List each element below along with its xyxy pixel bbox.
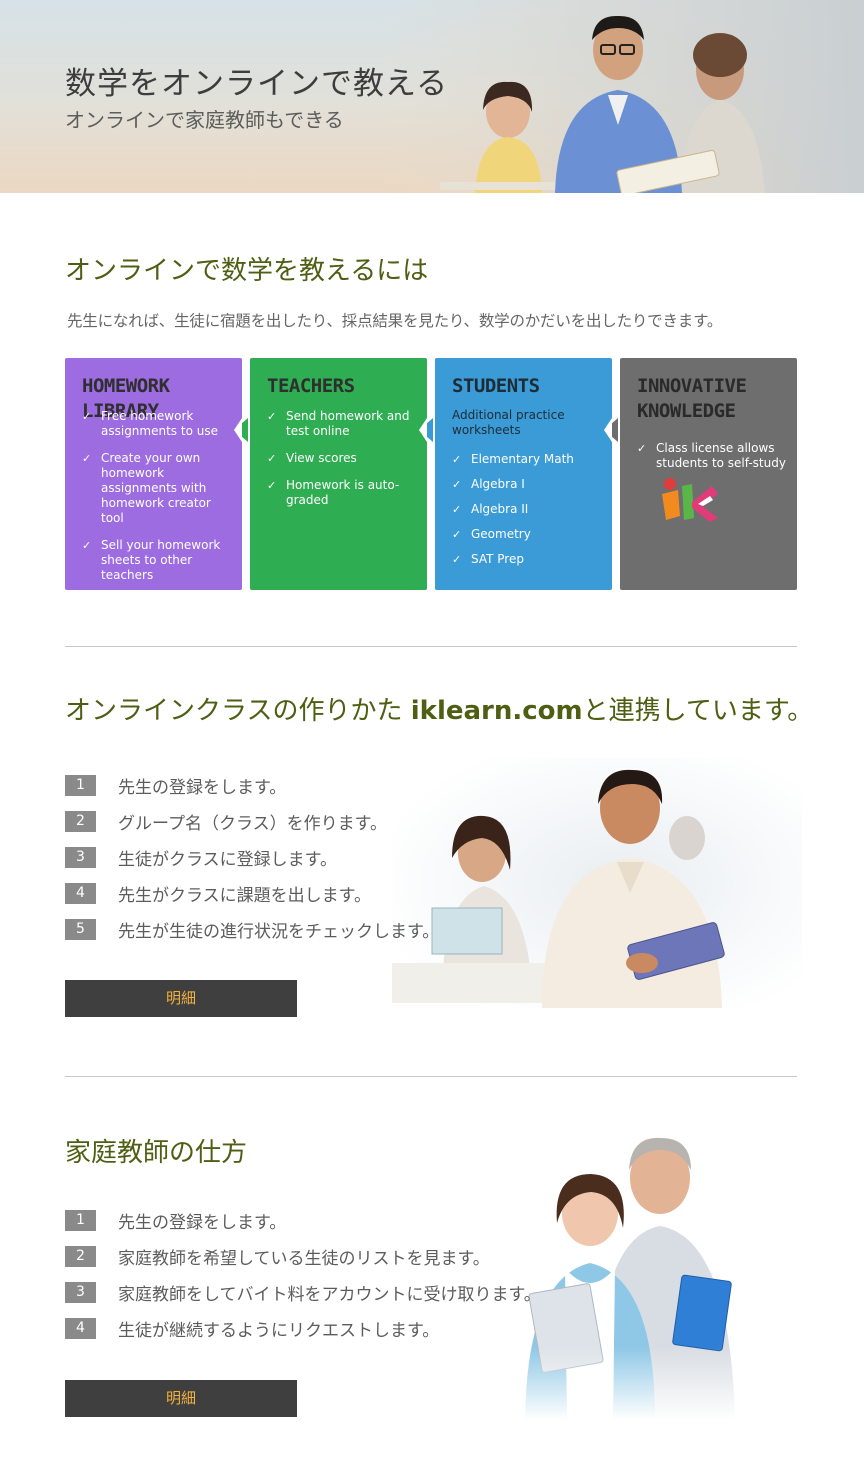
step-text: 先生の登録をします。 [118,777,287,798]
hero-teacher-students-photo [380,0,864,193]
list-item: ✓ Free homework assignments to use [82,409,218,438]
arrow-connector-icon [234,418,248,442]
check-icon: ✓ [452,503,462,516]
check-icon: ✓ [452,453,462,466]
step-text: 家庭教師を希望している生徒のリストを見ます。 [118,1248,490,1269]
step-number-badge: 4 [65,1317,96,1339]
check-icon: ✓ [82,539,92,552]
step-text: 生徒がクラスに登録します。 [118,849,337,870]
tutoring-heading: 家庭教師の仕方 [65,1138,248,1168]
hero-banner: 数学をオンラインで教える オンラインで家庭教師もできる [0,0,864,193]
card-homework-library: HOMEWORK LIBRARY ✓ Free homework assignme… [65,358,242,590]
list-item: ✓ Geometry [452,527,531,541]
arrow-connector-icon [604,418,618,442]
check-icon: ✓ [452,553,462,566]
list-item: 2 グループ名（クラス）を作ります。 [65,803,439,839]
card-title: INNOVATIVE KNOWLEDGE [637,375,747,422]
card-feature-list: ✓ Elementary Math ✓ Algebra I ✓ Algebra II … [452,452,602,577]
list-item: ✓ Sell your homework sheets to other teac… [82,538,221,582]
check-icon: ✓ [82,452,92,465]
teach-intro-text: 先生になれば、生徒に宿題を出したり、採点結果を見たり、数学のかだいを出したりでき… [67,312,723,330]
online-class-details-button[interactable]: 明細 [65,980,297,1017]
list-item: 1 先生の登録をします。 [65,767,439,803]
list-item: ✓ Algebra I [452,477,525,491]
step-text: 生徒が継続するようにリクエストします。 [118,1320,440,1341]
card-teachers: TEACHERS ✓ Send homework and test online … [250,358,427,590]
list-item: 3 家庭教師をしてバイト料をアカウントに受け取ります。 [65,1274,541,1310]
list-item: 5 先生が生徒の進行状況をチェックします。 [65,911,439,947]
online-class-heading: オンラインクラスの作りかた iklearn.comと連携しています。 [65,696,814,726]
divider [65,1076,797,1077]
tutoring-steps: 1 先生の登録をします。 2 家庭教師を希望している生徒のリストを見ます。 3 家庭教… [65,1202,541,1346]
card-subtitle: Additional practice worksheets [452,408,565,437]
step-text: 先生がクラスに課題を出します。 [118,885,371,906]
step-number-badge: 3 [65,1281,96,1303]
online-class-steps: 1 先生の登録をします。 2 グループ名（クラス）を作ります。 3 生徒がクラスに登録… [65,767,439,947]
step-number-badge: 1 [65,774,96,796]
list-item: ✓ Elementary Math [452,452,574,466]
step-text: 先生が生徒の進行状況をチェックします。 [118,921,440,942]
card-title: STUDENTS [452,375,540,397]
card-title: TEACHERS [267,375,355,397]
list-item: 1 先生の登録をします。 [65,1202,541,1238]
check-icon: ✓ [267,452,277,465]
step-number-badge: 3 [65,846,96,868]
list-item: ✓ Homework is auto-graded [267,478,400,507]
card-innovative-knowledge: INNOVATIVE KNOWLEDGE ✓ Class license allo… [620,358,797,590]
list-item: ✓ View scores [267,451,357,465]
teacher-with-tablet-photo [392,758,802,1008]
check-icon: ✓ [452,528,462,541]
teach-heading: オンラインで数学を教えるには [65,256,429,286]
card-feature-list: ✓ Free homework assignments to use ✓ Creat… [82,409,232,595]
check-icon: ✓ [452,478,462,491]
hero-title: 数学をオンラインで教える [65,66,449,102]
card-feature-list: ✓ Send homework and test online ✓ View sco… [267,409,417,520]
check-icon: ✓ [267,410,277,423]
step-text: 先生の登録をします。 [118,1212,287,1233]
list-item: ✓ Algebra II [452,502,529,516]
list-item: ✓ Create your own homework assignments wi… [82,451,211,525]
list-item: 2 家庭教師を希望している生徒のリストを見ます。 [65,1238,541,1274]
list-item: ✓ SAT Prep [452,552,524,566]
step-number-badge: 2 [65,1245,96,1267]
step-number-badge: 1 [65,1209,96,1231]
check-icon: ✓ [637,442,647,455]
step-number-badge: 2 [65,810,96,832]
ik-logo-icon [662,478,718,522]
check-icon: ✓ [82,410,92,423]
card-students: STUDENTS Additional practice worksheets … [435,358,612,590]
check-icon: ✓ [267,479,277,492]
divider [65,646,797,647]
list-item: 4 生徒が継続するようにリクエストします。 [65,1310,541,1346]
hero-subtitle: オンラインで家庭教師もできる [65,108,344,132]
step-text: 家庭教師をしてバイト料をアカウントに受け取ります。 [118,1284,541,1305]
list-item: ✓ Send homework and test online [267,409,410,438]
list-item: 3 生徒がクラスに登録します。 [65,839,439,875]
step-number-badge: 4 [65,882,96,904]
list-item: 4 先生がクラスに課題を出します。 [65,875,439,911]
step-number-badge: 5 [65,918,96,940]
list-item: ✓ Class license allows students to self-s… [637,441,786,470]
step-text: グループ名（クラス）を作ります。 [118,813,387,834]
arrow-connector-icon [419,418,433,442]
tutoring-details-button[interactable]: 明細 [65,1380,297,1417]
